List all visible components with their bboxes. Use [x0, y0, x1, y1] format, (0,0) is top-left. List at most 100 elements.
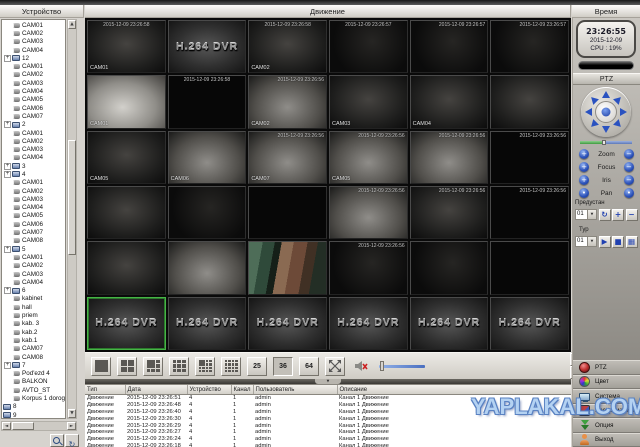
column-header-Дата[interactable]: Дата — [125, 385, 187, 395]
video-cell-12[interactable] — [490, 75, 569, 128]
tree-item-Korpus 1 dorog[interactable]: Korpus 1 dorog — [2, 394, 65, 402]
volume-thumb[interactable] — [380, 361, 384, 371]
tree-item-CAM06[interactable]: CAM06 — [2, 220, 65, 228]
tree-group-2[interactable]: +2 — [2, 121, 65, 129]
ptz-speed-slider[interactable] — [580, 140, 632, 145]
column-header-Описание[interactable]: Описание — [337, 385, 571, 395]
tree-item-Pod'ezd 4[interactable]: Pod'ezd 4 — [2, 369, 65, 377]
menu-item-ptz[interactable]: PTZ — [573, 360, 640, 375]
tree-item-kab.1[interactable]: kab.1 — [2, 336, 65, 344]
video-cell-30[interactable] — [490, 241, 569, 294]
video-cell-20[interactable] — [168, 186, 247, 239]
video-cell-36[interactable]: H.264 DVR — [490, 297, 569, 350]
video-cell-28[interactable]: 2015-12-09 23:26:56 — [329, 241, 408, 294]
video-cell-13[interactable]: CAM05 — [87, 131, 166, 184]
video-cell-11[interactable]: CAM04 — [410, 75, 489, 128]
tree-group-6[interactable]: +6 — [2, 287, 65, 295]
preset-goto-button[interactable]: ↻ — [599, 209, 611, 221]
view-64-button[interactable]: 64 — [299, 357, 319, 376]
tree-scroll-right-button[interactable]: ► — [67, 422, 76, 430]
pan-minus-button[interactable]: • — [624, 188, 634, 198]
video-cell-33[interactable]: H.264 DVR — [248, 297, 327, 350]
expand-box-icon[interactable]: + — [4, 121, 11, 128]
tree-item-CAM03[interactable]: CAM03 — [2, 270, 65, 278]
tree-scroll-left-button[interactable]: ◄ — [2, 422, 11, 430]
search-device-button[interactable] — [50, 434, 64, 447]
video-cell-34[interactable]: H.264 DVR — [329, 297, 408, 350]
tour-setup-button[interactable]: ▦ — [626, 236, 638, 248]
refresh-device-button[interactable]: ↻ — [65, 434, 79, 447]
menu-item-play[interactable]: Воспроизведение — [573, 404, 640, 419]
tree-item-CAM04[interactable]: CAM04 — [2, 204, 65, 212]
tree-item-CAM02[interactable]: CAM02 — [2, 71, 65, 79]
tree-group-12[interactable]: +12 — [2, 54, 65, 62]
tree-item-CAM03[interactable]: CAM03 — [2, 145, 65, 153]
tree-item-AVTO_ST[interactable]: AVTO_ST — [2, 386, 65, 394]
ptz-direction-pad[interactable] — [581, 87, 631, 137]
tour-stop-button[interactable]: ■ — [612, 236, 624, 248]
table-row[interactable]: Движение2015-12-09 23:26:1841adminКанал … — [85, 443, 571, 447]
table-row[interactable]: Движение2015-12-09 23:26:5141adminКанал … — [85, 395, 571, 402]
video-cell-4[interactable]: 2015-12-09 23:26:57 — [329, 20, 408, 73]
video-cell-29[interactable] — [410, 241, 489, 294]
iris-minus-button[interactable]: − — [624, 175, 634, 185]
tree-item-CAM02[interactable]: CAM02 — [2, 262, 65, 270]
pan-plus-button[interactable]: • — [579, 188, 589, 198]
tree-item-CAM08[interactable]: CAM08 — [2, 353, 65, 361]
table-row[interactable]: Движение2015-12-09 23:26:4041adminКанал … — [85, 409, 571, 416]
zoom-plus-button[interactable]: + — [579, 149, 589, 159]
video-cell-35[interactable]: H.264 DVR — [410, 297, 489, 350]
tree-item-CAM04[interactable]: CAM04 — [2, 87, 65, 95]
tree-item-CAM02[interactable]: CAM02 — [2, 29, 65, 37]
table-row[interactable]: Движение2015-12-09 23:26:2941adminКанал … — [85, 422, 571, 429]
tree-group-5[interactable]: +5 — [2, 245, 65, 253]
tree-horizontal-scrollbar[interactable]: ◄ ► — [1, 421, 77, 431]
video-cell-23[interactable]: 2015-12-09 23:26:56 — [410, 186, 489, 239]
tree-item-priem[interactable]: priem — [2, 311, 65, 319]
menu-item-sys[interactable]: Система — [573, 389, 640, 404]
view-25-button[interactable]: 25 — [247, 357, 267, 376]
menu-item-color[interactable]: Цвет — [573, 375, 640, 390]
focus-plus-button[interactable]: + — [579, 162, 589, 172]
layout-4-button[interactable] — [117, 357, 137, 376]
tree-item-CAM04[interactable]: CAM04 — [2, 154, 65, 162]
tree-item-CAM07[interactable]: CAM07 — [2, 345, 65, 353]
layout-16-button[interactable] — [221, 357, 241, 376]
tree-item-CAM02[interactable]: CAM02 — [2, 137, 65, 145]
tree-scroll-up-button[interactable]: ▲ — [68, 20, 76, 29]
video-cell-32[interactable]: H.264 DVR — [168, 297, 247, 350]
tour-play-button[interactable]: ▶ — [599, 236, 611, 248]
table-row[interactable]: Движение2015-12-09 23:26:4841adminКанал … — [85, 402, 571, 409]
video-cell-14[interactable]: CAM06 — [168, 131, 247, 184]
video-cell-17[interactable]: 2015-12-09 23:26:56 — [410, 131, 489, 184]
tree-vertical-scroll-thumb[interactable] — [68, 140, 76, 255]
video-cell-27[interactable] — [248, 241, 327, 294]
tree-scroll-down-button[interactable]: ▼ — [68, 409, 76, 418]
tree-item-CAM01[interactable]: CAM01 — [2, 21, 65, 29]
video-cell-22[interactable]: 2015-12-09 23:26:56 — [329, 186, 408, 239]
expand-box-icon[interactable]: + — [4, 362, 11, 369]
tree-item-CAM01[interactable]: CAM01 — [2, 179, 65, 187]
tour-dropdown-icon[interactable]: ▼ — [587, 237, 596, 246]
layout-6-button[interactable] — [143, 357, 163, 376]
tree-group-7[interactable]: +7 — [2, 361, 65, 369]
tree-item-CAM04[interactable]: CAM04 — [2, 46, 65, 54]
video-cell-10[interactable]: CAM03 — [329, 75, 408, 128]
tree-group-9[interactable]: 9 — [2, 411, 65, 419]
video-cell-16[interactable]: 2015-12-09 23:26:56CAM05 — [329, 131, 408, 184]
tour-select[interactable]: 01 ▼ — [575, 236, 597, 247]
column-header-Канал[interactable]: Канал — [231, 385, 253, 395]
layout-9-button[interactable] — [169, 357, 189, 376]
table-row[interactable]: Движение2015-12-09 23:26:2441adminКанал … — [85, 436, 571, 443]
table-row[interactable]: Движение2015-12-09 23:26:3041adminКанал … — [85, 415, 571, 422]
tree-item-CAM07[interactable]: CAM07 — [2, 112, 65, 120]
column-header-Устройство[interactable]: Устройство — [187, 385, 231, 395]
preset-add-button[interactable]: + — [612, 209, 624, 221]
tree-item-CAM08[interactable]: CAM08 — [2, 237, 65, 245]
layout-13-button[interactable] — [195, 357, 215, 376]
tree-group-8[interactable]: 8 — [2, 403, 65, 411]
tree-item-CAM05[interactable]: CAM05 — [2, 212, 65, 220]
tree-item-CAM06[interactable]: CAM06 — [2, 104, 65, 112]
iris-plus-button[interactable]: + — [579, 175, 589, 185]
video-cell-25[interactable] — [87, 241, 166, 294]
